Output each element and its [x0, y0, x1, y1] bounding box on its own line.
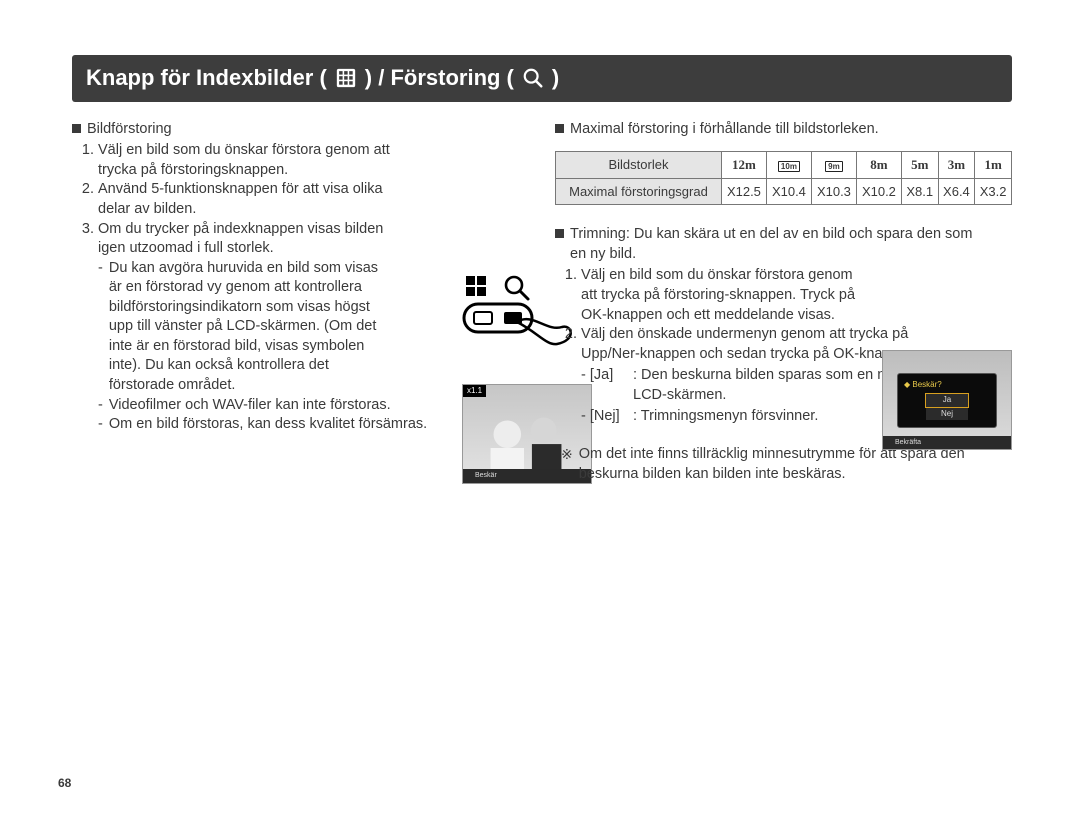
table-cell: X10.4 [766, 178, 811, 205]
bullet-icon [555, 229, 564, 238]
dialog-box: ◆ Beskär? Ja Nej [897, 373, 997, 428]
thumbnail-footer: Beskär [475, 472, 497, 479]
title-mid: ) / Förstoring ( [365, 63, 514, 93]
table-cell: X10.3 [811, 178, 856, 205]
right-heading: Maximal förstoring i förhållande till bi… [570, 120, 879, 140]
table-cell: 3m [938, 152, 975, 179]
table-cell: 10m [766, 152, 811, 179]
title-pre: Knapp för Indexbilder ( [86, 63, 327, 93]
table-cell: 12m [721, 152, 766, 179]
table-header: Bildstorlek [556, 152, 722, 179]
table-cell: 9m [811, 152, 856, 179]
title-post: ) [552, 63, 559, 93]
trim-dialog-thumbnail: ◆ Beskär? Ja Nej Bekräfta [882, 350, 1012, 450]
list-item: Om du trycker på indexknappen visas bild… [98, 220, 398, 259]
table-cell: X10.2 [856, 178, 901, 205]
table-cell: 5m [901, 152, 938, 179]
bullet-icon [72, 124, 81, 133]
table-cell: X6.4 [938, 178, 975, 205]
trim-heading: Trimning: Du kan skära ut en del av en b… [570, 225, 990, 264]
index-grid-icon [335, 67, 357, 89]
bullet-icon [555, 124, 564, 133]
table-header: Maximal förstoringsgrad [556, 178, 722, 205]
def-val: : Trimningsmenyn försvinner. [633, 407, 818, 427]
table-cell: X12.5 [721, 178, 766, 205]
left-sub-notes: Du kan avgöra huruvida en bild som visas… [72, 259, 529, 435]
dialog-title: Beskär? [912, 380, 941, 389]
note-icon: ※ [561, 445, 573, 484]
list-item: Välj en bild som du önskar förstora geno… [581, 266, 871, 325]
page-title: Knapp för Indexbilder ( ) / Förstoring (… [72, 55, 1012, 102]
left-heading: Bildförstoring [87, 120, 172, 140]
list-item: Använd 5-funktionsknappen för att visa o… [98, 180, 398, 219]
note: Om det inte finns tillräcklig minnesutry… [579, 445, 999, 484]
dialog-option-no: Nej [926, 408, 968, 421]
table-cell: X8.1 [901, 178, 938, 205]
zoom-size-table: Bildstorlek 12m 10m 9m 8m 5m 3m 1m Maxim… [555, 151, 1012, 205]
sub-note: Du kan avgöra huruvida en bild som visas… [109, 259, 388, 396]
sub-note: Om en bild förstoras, kan dess kvalitet … [109, 415, 427, 435]
table-cell: 8m [856, 152, 901, 179]
def-key: - [Ja] [581, 366, 633, 405]
table-cell: 1m [975, 152, 1012, 179]
page-number: 68 [58, 775, 71, 791]
left-steps: Välj en bild som du önskar förstora geno… [72, 141, 529, 258]
thumbnail-footer: Bekräfta [895, 439, 921, 446]
dialog-option-yes: Ja [926, 394, 968, 407]
magnifier-icon [522, 67, 544, 89]
table-cell: X3.2 [975, 178, 1012, 205]
def-key: - [Nej] [581, 407, 633, 427]
sub-note: Videofilmer och WAV-filer kan inte först… [109, 396, 391, 416]
list-item: Välj en bild som du önskar förstora geno… [98, 141, 398, 180]
